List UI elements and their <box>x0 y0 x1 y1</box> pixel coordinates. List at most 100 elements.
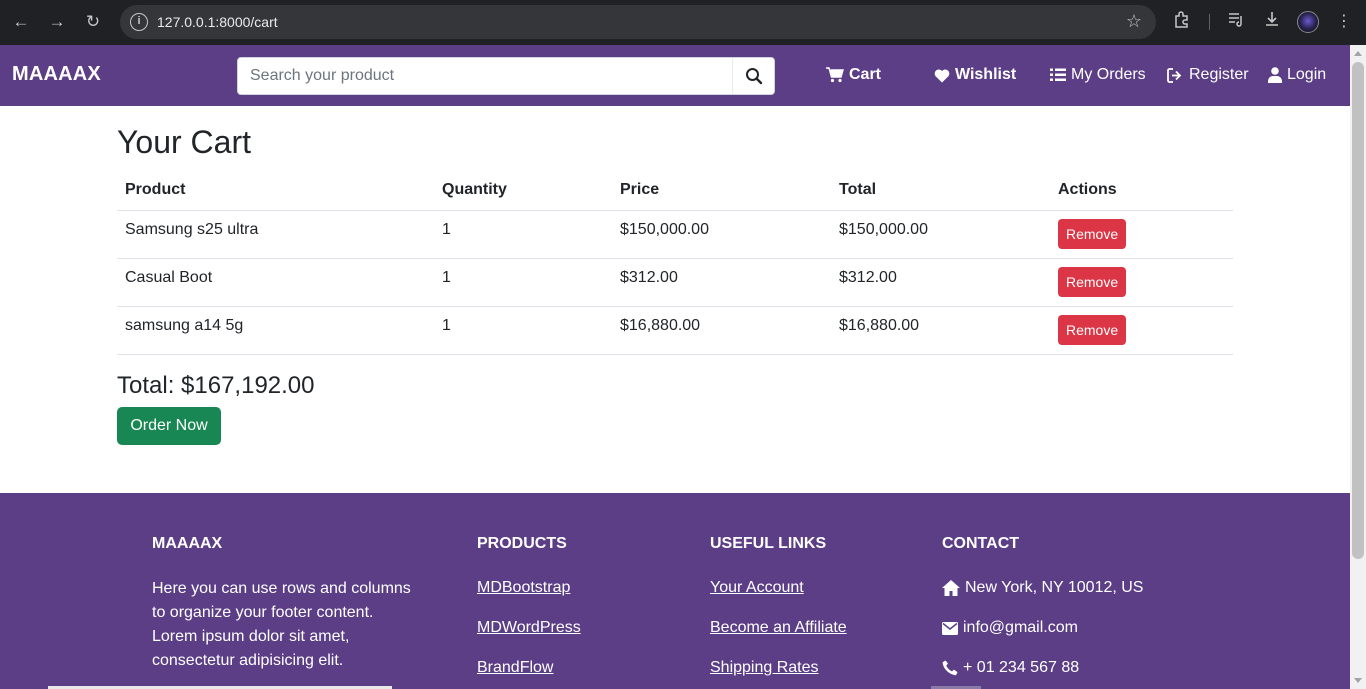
list-icon <box>1050 68 1066 81</box>
download-icon[interactable] <box>1260 10 1284 34</box>
remove-button[interactable]: Remove <box>1058 267 1127 297</box>
cell-total: $312.00 <box>831 258 1050 307</box>
product-name: samsung a14 5g <box>125 317 244 334</box>
product-name: Casual Boot <box>125 269 213 286</box>
column-header-price: Price <box>612 170 831 211</box>
url-text[interactable]: 127.0.0.1:8000/cart <box>157 14 278 30</box>
toolbar-divider <box>1209 14 1210 30</box>
nav-register[interactable]: Register <box>1167 66 1249 84</box>
brand-logo[interactable]: MAAAAX <box>12 63 101 86</box>
forward-icon[interactable]: → <box>44 9 70 35</box>
nav-cart-label: Cart <box>849 66 882 83</box>
cart-grand-total: Total: $167,192.00 <box>117 372 315 399</box>
nav-register-label: Register <box>1189 66 1249 83</box>
extensions-icon[interactable] <box>1170 10 1194 34</box>
page-scrollbar[interactable] <box>1350 45 1366 689</box>
column-header-quantity: Quantity <box>434 170 612 211</box>
footer-link-mdbootstrap[interactable]: MDBootstrap <box>477 579 570 597</box>
back-icon[interactable]: ← <box>8 9 34 35</box>
profile-avatar[interactable] <box>1297 11 1319 33</box>
page-title: Your Cart <box>117 124 251 160</box>
reading-list-icon[interactable] <box>1224 10 1248 34</box>
search-button[interactable] <box>732 58 774 94</box>
site-navbar: MAAAAX Cart Wishlist My Orders Register … <box>0 45 1350 106</box>
cell-product: samsung a14 5g <box>117 306 434 355</box>
phone-icon <box>942 660 958 676</box>
remove-button[interactable]: Remove <box>1058 315 1127 345</box>
product-price: $16,880.00 <box>620 317 701 334</box>
footer-brand-heading: MAAAAX <box>152 535 223 552</box>
footer-links-heading: USEFUL LINKS <box>710 535 827 552</box>
home-icon <box>942 580 960 596</box>
nav-login[interactable]: Login <box>1268 66 1326 84</box>
site-footer: MAAAAX Here you can use rows and columns… <box>0 493 1350 689</box>
cell-total: $150,000.00 <box>831 210 1050 259</box>
footer-contact-heading: CONTACT <box>942 535 1020 552</box>
cell-product: Casual Boot <box>117 258 434 307</box>
footer-email-text: info@gmail.com <box>963 619 1078 636</box>
user-icon <box>1268 67 1282 83</box>
order-now-button[interactable]: Order Now <box>117 407 221 445</box>
footer-link-mdwordpress[interactable]: MDWordPress <box>477 619 581 637</box>
column-header-total: Total <box>831 170 1050 211</box>
cell-quantity: 1 <box>434 306 612 355</box>
nav-my-orders-label: My Orders <box>1071 66 1146 83</box>
remove-button[interactable]: Remove <box>1058 219 1127 249</box>
product-quantity: 1 <box>442 269 451 286</box>
nav-wishlist-label: Wishlist <box>955 66 1017 83</box>
reload-icon[interactable]: ↻ <box>80 9 106 35</box>
cell-actions: Remove <box>1050 258 1233 307</box>
site-info-icon[interactable]: i <box>130 13 148 31</box>
footer-link-brandflow[interactable]: BrandFlow <box>477 659 553 677</box>
product-total: $16,880.00 <box>839 317 920 334</box>
browser-toolbar: ← → ↻ i 127.0.0.1:8000/cart ☆ ⋮ <box>0 0 1366 45</box>
scroll-down-icon[interactable] <box>1354 678 1362 683</box>
heart-icon <box>934 68 950 82</box>
cell-price: $312.00 <box>612 258 831 307</box>
table-row: samsung a14 5g 1 $16,880.00 $16,880.00 R… <box>117 306 1233 355</box>
product-total: $312.00 <box>839 269 897 286</box>
cell-quantity: 1 <box>434 210 612 259</box>
column-header-product: Product <box>117 170 434 211</box>
search-icon <box>746 68 763 85</box>
column-header-actions: Actions <box>1050 170 1233 211</box>
menu-dots-icon[interactable]: ⋮ <box>1332 10 1356 34</box>
product-price: $150,000.00 <box>620 221 709 238</box>
nav-cart[interactable]: Cart <box>826 66 881 84</box>
footer-phone: + 01 234 567 88 <box>942 659 1079 677</box>
cell-quantity: 1 <box>434 258 612 307</box>
cart-table: Product Quantity Price Total Actions Sam… <box>117 170 1233 355</box>
footer-address-text: New York, NY 10012, US <box>965 579 1144 596</box>
cell-total: $16,880.00 <box>831 306 1050 355</box>
nav-login-label: Login <box>1287 66 1327 83</box>
table-row: Samsung s25 ultra 1 $150,000.00 $150,000… <box>117 210 1233 259</box>
product-quantity: 1 <box>442 317 451 334</box>
footer-link-your-account[interactable]: Your Account <box>710 579 804 597</box>
search-form <box>237 57 775 95</box>
nav-wishlist[interactable]: Wishlist <box>934 66 1016 84</box>
product-name: Samsung s25 ultra <box>125 221 259 238</box>
footer-phone-text: + 01 234 567 88 <box>963 659 1080 676</box>
footer-products-heading: PRODUCTS <box>477 535 567 552</box>
cell-product: Samsung s25 ultra <box>117 210 434 259</box>
cell-actions: Remove <box>1050 306 1233 355</box>
footer-link-shipping[interactable]: Shipping Rates <box>710 659 819 677</box>
address-bar[interactable]: i 127.0.0.1:8000/cart ☆ <box>120 5 1156 39</box>
table-row: Casual Boot 1 $312.00 $312.00 Remove <box>117 258 1233 307</box>
product-total: $150,000.00 <box>839 221 928 238</box>
nav-my-orders[interactable]: My Orders <box>1050 66 1146 84</box>
cart-icon <box>826 67 844 83</box>
footer-email: info@gmail.com <box>942 619 1078 637</box>
footer-link-affiliate[interactable]: Become an Affiliate <box>710 619 847 637</box>
envelope-icon <box>942 621 958 635</box>
cell-price: $16,880.00 <box>612 306 831 355</box>
cart-table-header: Product Quantity Price Total Actions <box>117 170 1233 211</box>
product-quantity: 1 <box>442 221 451 238</box>
scroll-thumb[interactable] <box>1352 62 1364 559</box>
footer-address: New York, NY 10012, US <box>942 579 1143 597</box>
search-input[interactable] <box>238 58 734 94</box>
cell-price: $150,000.00 <box>612 210 831 259</box>
cell-actions: Remove <box>1050 210 1233 259</box>
bookmark-star-icon[interactable]: ☆ <box>1126 11 1142 32</box>
scroll-up-icon[interactable] <box>1354 51 1362 56</box>
